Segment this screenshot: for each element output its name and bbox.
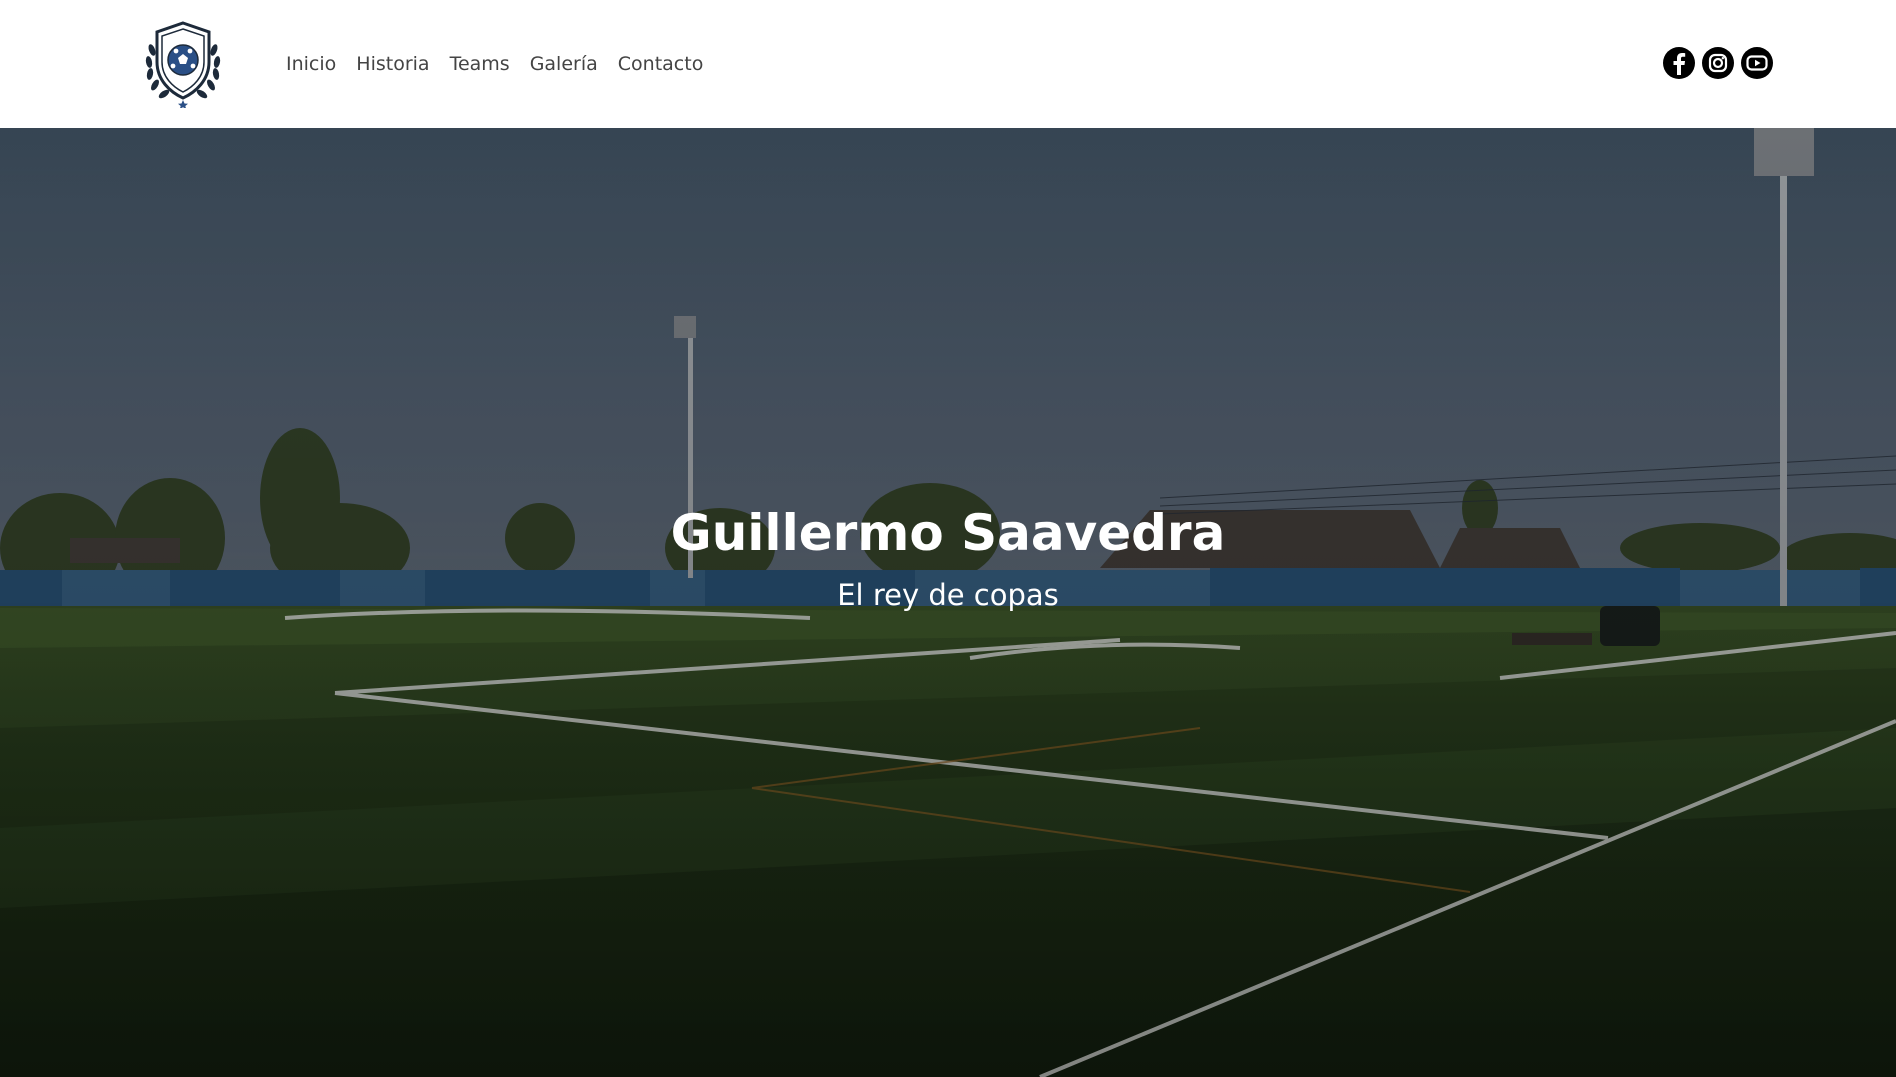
instagram-icon[interactable]	[1702, 47, 1734, 79]
nav-galeria-link[interactable]: Galería	[530, 52, 598, 76]
nav-contacto-link[interactable]: Contacto	[618, 52, 704, 76]
hero-subtitle: El rey de copas	[837, 578, 1059, 612]
social-links	[1663, 47, 1773, 79]
site-header: Inicio Historia Teams Galería Contacto	[0, 0, 1896, 128]
youtube-icon[interactable]	[1741, 47, 1773, 79]
hero-section: Guillermo Saavedra El rey de copas	[0, 128, 1896, 1077]
nav-historia-link[interactable]: Historia	[356, 52, 429, 76]
club-crest-logo[interactable]	[138, 20, 228, 109]
hero-title: Guillermo Saavedra	[670, 504, 1226, 562]
main-nav: Inicio Historia Teams Galería Contacto	[286, 52, 723, 76]
nav-teams-link[interactable]: Teams	[450, 52, 510, 76]
facebook-icon[interactable]	[1663, 47, 1695, 79]
nav-inicio-link[interactable]: Inicio	[286, 52, 336, 76]
